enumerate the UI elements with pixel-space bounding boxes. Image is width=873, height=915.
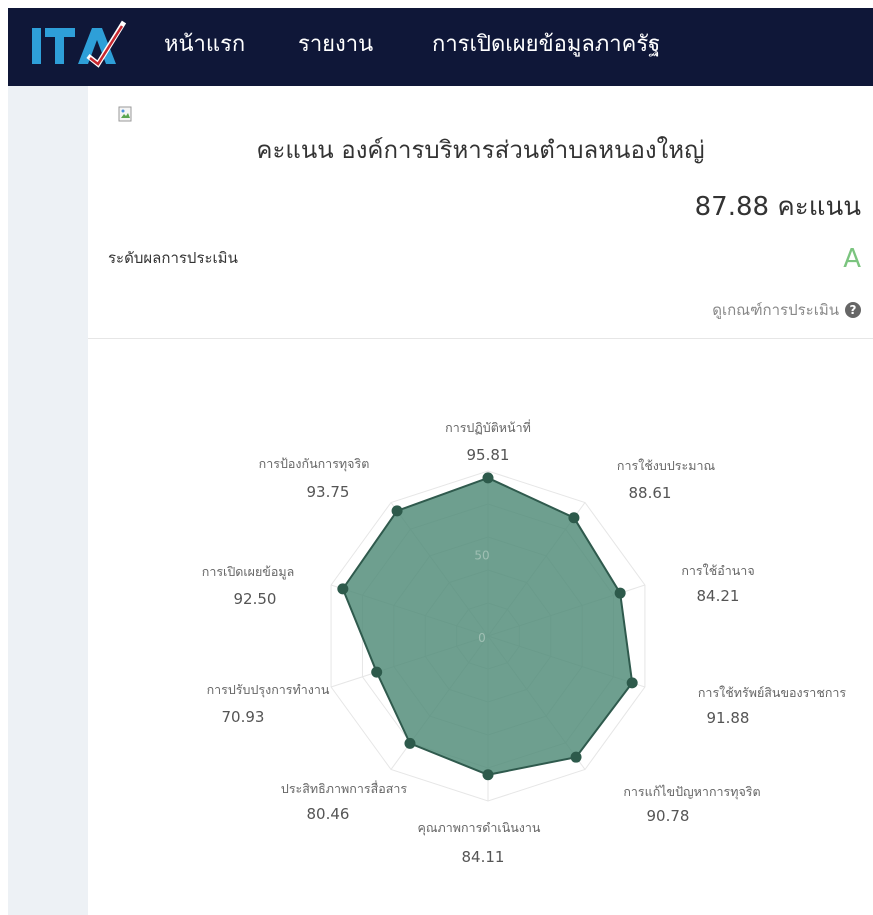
radar-value-label: 90.78 bbox=[647, 807, 690, 825]
radar-category-label: การใช้งบประมาณ bbox=[617, 458, 716, 473]
radar-chart: 0 50 การปฏิบัติหน้าที่ 95.81 การใช้งบประมาณ 8… bbox=[202, 419, 847, 866]
radar-value-label: 95.81 bbox=[467, 446, 510, 464]
radar-data-point bbox=[568, 512, 580, 524]
radar-category-label: การป้องกันการทุจริต bbox=[259, 456, 370, 472]
radar-value-label: 84.21 bbox=[697, 587, 740, 605]
radar-value-label: 93.75 bbox=[307, 483, 350, 501]
radar-value-label: 91.88 bbox=[707, 709, 750, 727]
radar-data-point bbox=[614, 587, 626, 599]
radar-value-label: 92.50 bbox=[234, 590, 277, 608]
radar-value-label: 84.11 bbox=[462, 848, 505, 866]
radar-data-point bbox=[404, 737, 416, 749]
radar-data-point bbox=[371, 666, 383, 678]
radar-category-label: คุณภาพการดำเนินงาน bbox=[418, 820, 541, 836]
radar-category-label: การเปิดเผยข้อมูล bbox=[202, 564, 295, 580]
radar-category-label: การปรับปรุงการทำงาน bbox=[207, 682, 330, 698]
radar-value-label: 80.46 bbox=[307, 805, 350, 823]
radar-data-point bbox=[337, 583, 349, 595]
radar-value-label: 70.93 bbox=[222, 708, 265, 726]
radar-data-point bbox=[570, 751, 582, 763]
radar-tick-label: 0 bbox=[478, 631, 486, 645]
radar-category-label: การใช้ทรัพย์สินของราชการ bbox=[698, 685, 847, 700]
radar-data-point bbox=[626, 677, 638, 689]
radar-category-label: ประสิทธิภาพการสื่อสาร bbox=[281, 780, 407, 796]
radar-series-area bbox=[341, 476, 634, 776]
radar-data-point bbox=[391, 505, 403, 517]
radar-category-label: การใช้อำนาจ bbox=[681, 563, 754, 578]
radar-tick-label: 50 bbox=[474, 549, 489, 563]
radar-category-label: การแก้ไขปัญหาการทุจริต bbox=[623, 784, 760, 800]
radar-value-label: 88.61 bbox=[629, 484, 672, 502]
radar-category-label: การปฏิบัติหน้าที่ bbox=[445, 419, 531, 435]
radar-data-point bbox=[482, 472, 494, 484]
radar-data-point bbox=[482, 769, 494, 781]
